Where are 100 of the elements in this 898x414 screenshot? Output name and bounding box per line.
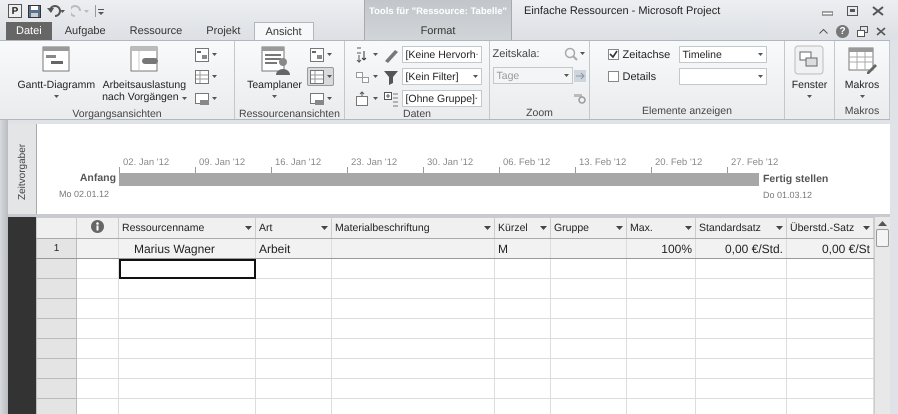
scrollbar[interactable] — [874, 217, 890, 414]
table-cell: 0,00 €/St — [786, 238, 874, 258]
table-icon — [194, 46, 210, 62]
checkbox[interactable] — [608, 49, 618, 60]
group-label: Elemente anzeigen — [641, 105, 733, 119]
magnifier-icon — [564, 46, 578, 60]
windows-icon — [794, 45, 824, 75]
ribbon-button[interactable]: Makros — [842, 44, 882, 100]
checkmark-icon — [608, 50, 618, 59]
filter-arrow-icon — [616, 226, 623, 230]
caret-icon — [472, 75, 478, 78]
sheet-icon — [194, 90, 210, 106]
column-header[interactable]: Materialbeschriftung — [332, 218, 494, 238]
caret-icon — [564, 74, 568, 77]
field-label: Zeitskala: — [492, 48, 540, 60]
filter-arrow-icon — [321, 226, 328, 230]
ribbon-button[interactable]: Teamplaner — [245, 44, 304, 100]
team-planner-icon — [260, 45, 290, 75]
fit-to-view-icon[interactable] — [572, 68, 586, 82]
grid-icon — [308, 68, 325, 84]
column-header[interactable] — [76, 218, 118, 238]
ribbon-tab[interactable]: Ressource — [118, 22, 194, 40]
close-icon[interactable] — [872, 6, 884, 16]
timeline-finish-date: Do 01.03.12 — [763, 189, 814, 200]
caret-icon — [474, 97, 478, 100]
column-header[interactable]: Max. — [626, 218, 696, 238]
filter-icon[interactable] — [382, 68, 398, 84]
ribbon-tab[interactable]: Ansicht — [254, 22, 314, 40]
caret-icon — [326, 53, 332, 56]
ribbon-tab[interactable]: Aufgabe — [54, 22, 117, 40]
undo-icon[interactable] — [47, 5, 65, 17]
caret-icon — [212, 53, 216, 56]
info-icon — [91, 220, 104, 233]
column-header[interactable]: Standardsatz — [696, 218, 786, 238]
dropdown[interactable]: [Kein Filter] — [402, 68, 482, 85]
column-header[interactable]: Ressourcenname — [118, 218, 256, 238]
caret-icon — [212, 97, 216, 100]
maximize-icon[interactable] — [847, 6, 858, 16]
caret-icon — [212, 75, 216, 78]
checkbox[interactable] — [608, 71, 618, 82]
timescale-label: 23. Jan '12 — [351, 157, 398, 168]
ribbon-button[interactable]: Fenster — [790, 44, 830, 100]
row-number: 1 — [36, 238, 76, 258]
dropdown[interactable]: [Keine Hervorh — [402, 46, 482, 63]
timeline-finish-label: Fertig stellen — [763, 173, 828, 185]
app-logo[interactable]: P — [8, 4, 22, 18]
restore-icon[interactable] — [857, 26, 868, 36]
scroll-thumb[interactable] — [876, 229, 889, 247]
dropdown[interactable]: Timeline — [678, 46, 766, 63]
timescale-label: 13. Feb '12 — [579, 157, 626, 168]
caret-icon — [580, 52, 584, 55]
table-cell: M — [494, 238, 550, 258]
caret-icon — [758, 75, 762, 78]
filter-arrow-icon — [540, 226, 547, 230]
table-cell: Arbeit — [256, 238, 332, 258]
group-icon[interactable] — [382, 90, 398, 106]
group-label: Ressourcenansichten — [238, 108, 341, 120]
scroll-up-icon — [878, 221, 887, 226]
table-cell: 0,00 €/Std. — [696, 238, 786, 258]
close-icon[interactable] — [876, 26, 886, 36]
timeline-side-label: Zeitvorgaber — [16, 142, 28, 202]
customize-menu-icon[interactable] — [95, 5, 104, 17]
timescale-label: 06. Feb '12 — [503, 157, 550, 168]
filter-arrow-icon — [685, 226, 692, 230]
caret-icon — [372, 75, 378, 78]
timescale-label: 30. Jan '12 — [427, 157, 474, 168]
ribbon-button[interactable]: Arbeitsauslastung nach Vorgängen — [100, 44, 188, 104]
ribbon-tab[interactable]: Format — [410, 22, 466, 40]
column-header[interactable]: Gruppe — [550, 218, 626, 238]
timescale-label: 27. Feb '12 — [731, 157, 778, 168]
save-icon[interactable] — [28, 4, 41, 18]
column-header[interactable]: Art — [256, 218, 332, 238]
ribbon-button[interactable]: Gantt-Diagramm — [15, 44, 98, 100]
checkbox-label: Zeitachse — [622, 48, 672, 60]
context-title: Tools für "Ressource: Tabelle" — [368, 6, 507, 16]
column-header[interactable]: Überstd.-Satz — [786, 218, 874, 238]
ribbon-tab[interactable]: Projekt — [195, 22, 252, 40]
caret-icon — [326, 97, 332, 100]
caret-icon — [326, 75, 332, 78]
table-cell: 100% — [626, 238, 696, 258]
sheet-icon — [308, 90, 325, 106]
group-label: Daten — [402, 108, 432, 120]
filter-arrow-icon — [484, 226, 491, 230]
macro-sheet-icon — [847, 45, 877, 75]
collapse-ribbon-icon[interactable] — [819, 28, 828, 34]
timescale-label: 02. Jan '12 — [123, 157, 170, 168]
caret-icon — [758, 53, 762, 56]
filter-arrow-icon — [776, 226, 783, 230]
filter-arrow-icon — [245, 226, 252, 230]
caret-icon — [372, 97, 378, 100]
table-cell[interactable] — [118, 258, 256, 278]
help-button[interactable]: ? — [836, 24, 849, 38]
table-cell: Marius Wagner — [118, 238, 256, 258]
dropdown[interactable]: [Ohne Gruppe] — [402, 90, 482, 107]
column-header[interactable]: Kürzel — [494, 218, 550, 238]
timescale-label: 20. Feb '12 — [655, 157, 702, 168]
group-label: Zoom — [525, 107, 554, 119]
caret-icon — [372, 53, 378, 56]
table-icon — [308, 46, 325, 62]
ribbon-tab[interactable]: Datei — [6, 22, 52, 40]
